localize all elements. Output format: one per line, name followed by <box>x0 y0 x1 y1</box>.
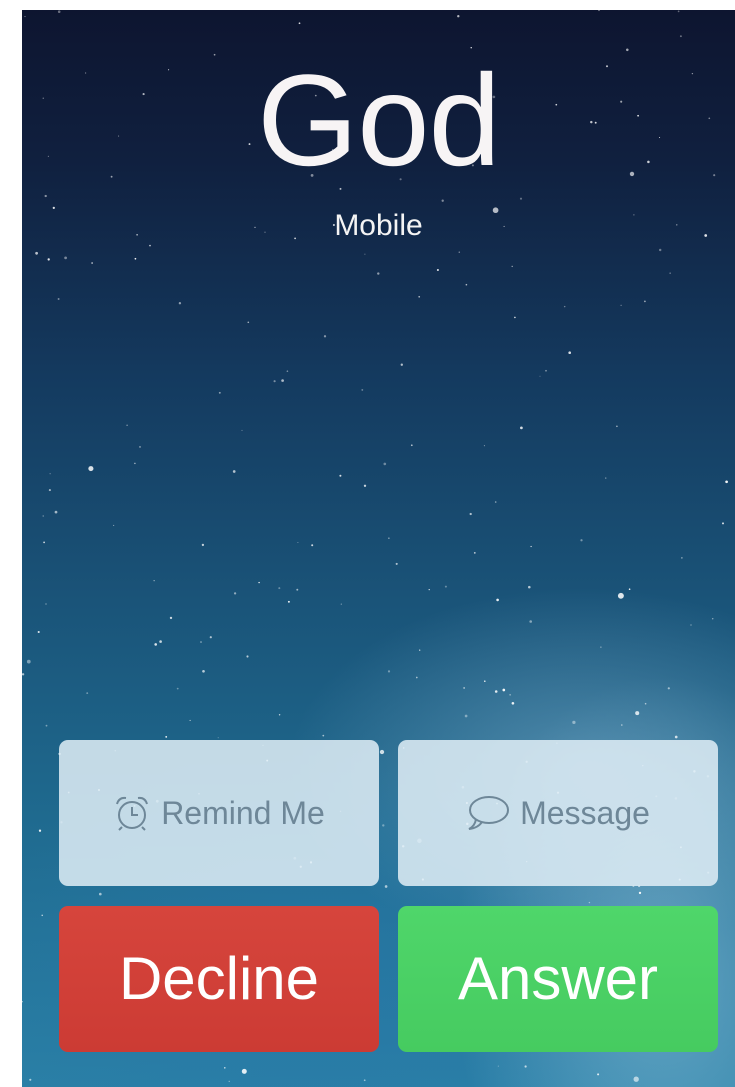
message-label: Message <box>520 795 650 831</box>
caller-name: God <box>257 47 501 193</box>
remind-me-label: Remind Me <box>161 795 325 831</box>
decline-label: Decline <box>118 945 320 1012</box>
decline-button[interactable]: Decline <box>59 906 379 1052</box>
speech-bubble-icon <box>466 794 510 832</box>
answer-button[interactable]: Answer <box>398 906 718 1052</box>
message-button[interactable]: Message <box>398 740 718 886</box>
remind-me-button[interactable]: Remind Me <box>59 740 379 886</box>
page: God Mobile Remind Me Message Decline Ans… <box>0 0 735 1087</box>
caller-type: Mobile <box>334 209 423 242</box>
alarm-clock-icon <box>113 794 151 832</box>
incoming-call-screen: God Mobile Remind Me Message Decline Ans… <box>22 10 735 1087</box>
answer-label: Answer <box>457 945 659 1012</box>
